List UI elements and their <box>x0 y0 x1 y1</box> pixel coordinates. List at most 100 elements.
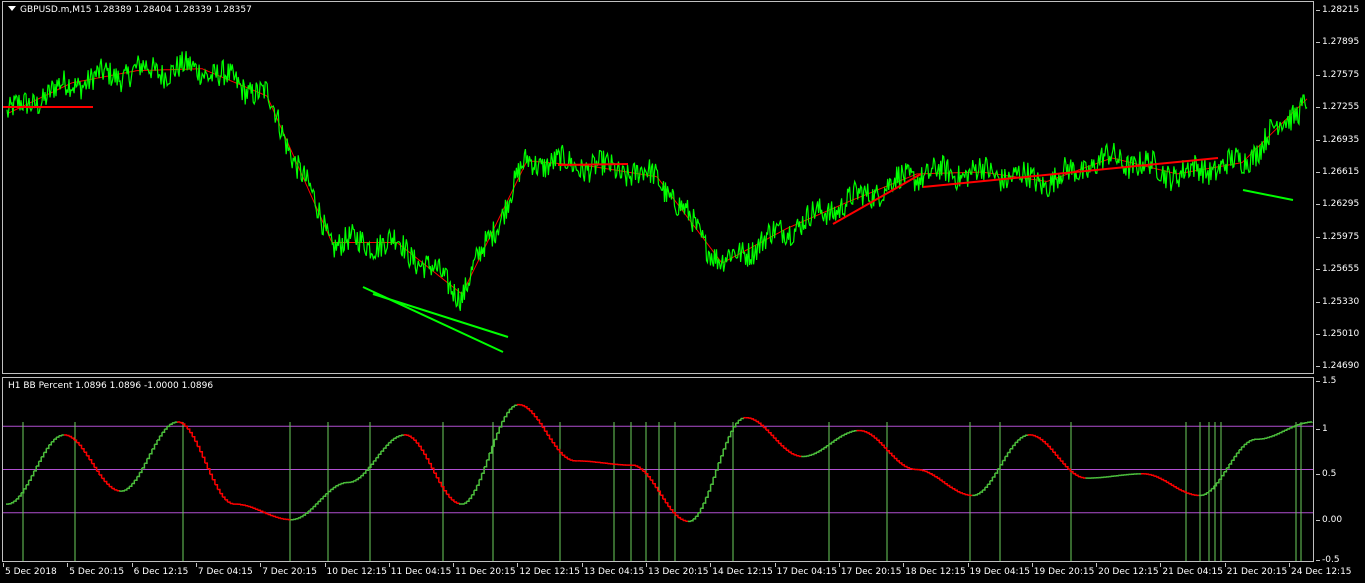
bb-percent-step <box>141 463 146 469</box>
bb-percent-step <box>562 454 566 458</box>
bb-percent-step <box>426 458 430 464</box>
indicator-tick: -0.5 <box>1316 555 1365 565</box>
bb-percent-step <box>313 503 317 508</box>
bb-percent-step <box>1012 442 1016 447</box>
bb-percent-step <box>1206 490 1210 494</box>
indicator-panel[interactable]: H1 BB Percent 1.0896 1.0896 -1.0000 1.08… <box>2 377 1314 562</box>
tick-mark <box>1316 474 1320 475</box>
bb-percent-step <box>524 406 528 409</box>
bb-percent-step <box>939 479 943 482</box>
bb-percent-step <box>453 501 458 504</box>
bb-percent-step <box>167 424 171 428</box>
bb-percent-step <box>793 454 797 456</box>
bb-percent-step <box>786 449 790 453</box>
time-tick-label: 13 Dec 04:15 <box>583 567 645 577</box>
bb-percent-step <box>710 477 714 485</box>
tick-mark <box>260 563 262 567</box>
bb-percent-step <box>957 490 961 493</box>
bb-percent-step <box>79 444 83 449</box>
trend-line[interactable] <box>557 163 629 166</box>
price-chart-panel[interactable]: GBPUSD.m,M15 1.28389 1.28404 1.28339 1.2… <box>2 1 1314 374</box>
bb-percent-step <box>992 473 996 478</box>
tick-mark <box>967 563 969 567</box>
tick-mark <box>195 563 197 567</box>
trend-line[interactable] <box>832 173 922 225</box>
bb-percent-step <box>56 435 60 438</box>
bb-percent-step <box>41 452 45 458</box>
bb-percent-step <box>466 498 470 502</box>
bb-percent-step <box>861 430 865 432</box>
bb-percent-step <box>642 470 646 474</box>
bb-percent-step <box>413 439 417 444</box>
tick-mark <box>1316 139 1320 141</box>
bb-percent-step <box>755 420 760 424</box>
chart-menu-arrow-icon[interactable] <box>8 6 16 11</box>
bb-percent-step <box>526 407 531 411</box>
bb-percent-step <box>687 520 692 523</box>
bb-percent-step <box>109 485 113 489</box>
bb-percent-step <box>428 462 433 469</box>
bb-percent-step <box>129 483 133 487</box>
bb-percent-step <box>496 426 500 434</box>
price-chart-svg[interactable] <box>3 2 1313 373</box>
bb-percent-step <box>514 404 518 406</box>
bb-percent-step <box>1281 430 1286 433</box>
bb-percent-step <box>370 460 375 465</box>
bb-percent-step <box>1042 440 1047 444</box>
time-tick-label: 5 Dec 20:15 <box>69 567 125 577</box>
bb-percent-step <box>796 455 800 457</box>
bb-percent-step <box>280 517 284 520</box>
bb-percent-step <box>1168 483 1172 486</box>
bb-percent-step <box>340 482 344 485</box>
price-tick: 1.27575 <box>1316 70 1365 80</box>
bb-percent-step <box>713 470 717 478</box>
bb-percent-step <box>230 502 234 505</box>
bb-percent-step <box>144 458 148 465</box>
bb-percent-step <box>841 434 845 437</box>
tick-mark <box>774 563 776 567</box>
bb-percent-step <box>1251 439 1255 441</box>
bb-percent-step <box>443 490 448 495</box>
bb-percent-step <box>323 493 327 497</box>
bb-percent-step <box>421 449 425 455</box>
bb-percent-step <box>1231 456 1235 461</box>
bb-percent-step <box>378 451 382 456</box>
price-axis: 1.28215 1.27895 1.27575 1.27255 1.26935 1.266… <box>1316 1 1365 374</box>
bb-percent-step <box>199 451 204 458</box>
bb-percent-step <box>720 448 724 457</box>
bb-percent-step <box>33 466 37 472</box>
bb-percent-step <box>179 421 183 424</box>
price-tick-label: 1.27255 <box>1322 102 1360 113</box>
bb-percent-step <box>924 470 928 473</box>
trend-line[interactable] <box>1242 189 1294 201</box>
bb-percent-step <box>937 477 941 481</box>
bb-percent-step <box>1030 434 1034 436</box>
bb-percent-step <box>1050 448 1054 453</box>
bb-percent-step <box>386 442 390 446</box>
indicator-chart-svg[interactable] <box>3 378 1313 561</box>
bb-percent-step <box>637 466 641 469</box>
trend-line[interactable] <box>372 293 509 338</box>
bb-percent-step <box>219 492 224 498</box>
bb-percent-step <box>705 491 709 499</box>
bb-percent-step <box>1078 475 1082 478</box>
time-tick-label: 19 Dec 20:15 <box>1033 567 1095 577</box>
price-tick-label: 1.25010 <box>1322 329 1360 339</box>
bb-percent-step <box>360 473 365 477</box>
bb-percent-step <box>23 484 27 490</box>
bb-percent-step <box>1002 456 1006 462</box>
price-tick-label: 1.26935 <box>1322 134 1360 145</box>
bb-percent-step <box>436 477 440 483</box>
bb-percent-step <box>652 482 656 488</box>
bb-percent-step <box>1153 475 1157 477</box>
bb-percent-step <box>1173 486 1177 489</box>
bb-percent-step <box>335 484 339 487</box>
bb-percent-step <box>260 510 264 513</box>
bb-percent-step <box>944 482 948 486</box>
price-tick-label: 1.25330 <box>1322 296 1360 307</box>
bb-percent-step <box>1183 491 1187 494</box>
bb-percent-step <box>247 505 251 508</box>
price-tick-label: 1.27895 <box>1322 37 1360 48</box>
bb-percent-step <box>275 516 279 518</box>
time-tick-label: 14 Dec 12:15 <box>712 567 773 577</box>
